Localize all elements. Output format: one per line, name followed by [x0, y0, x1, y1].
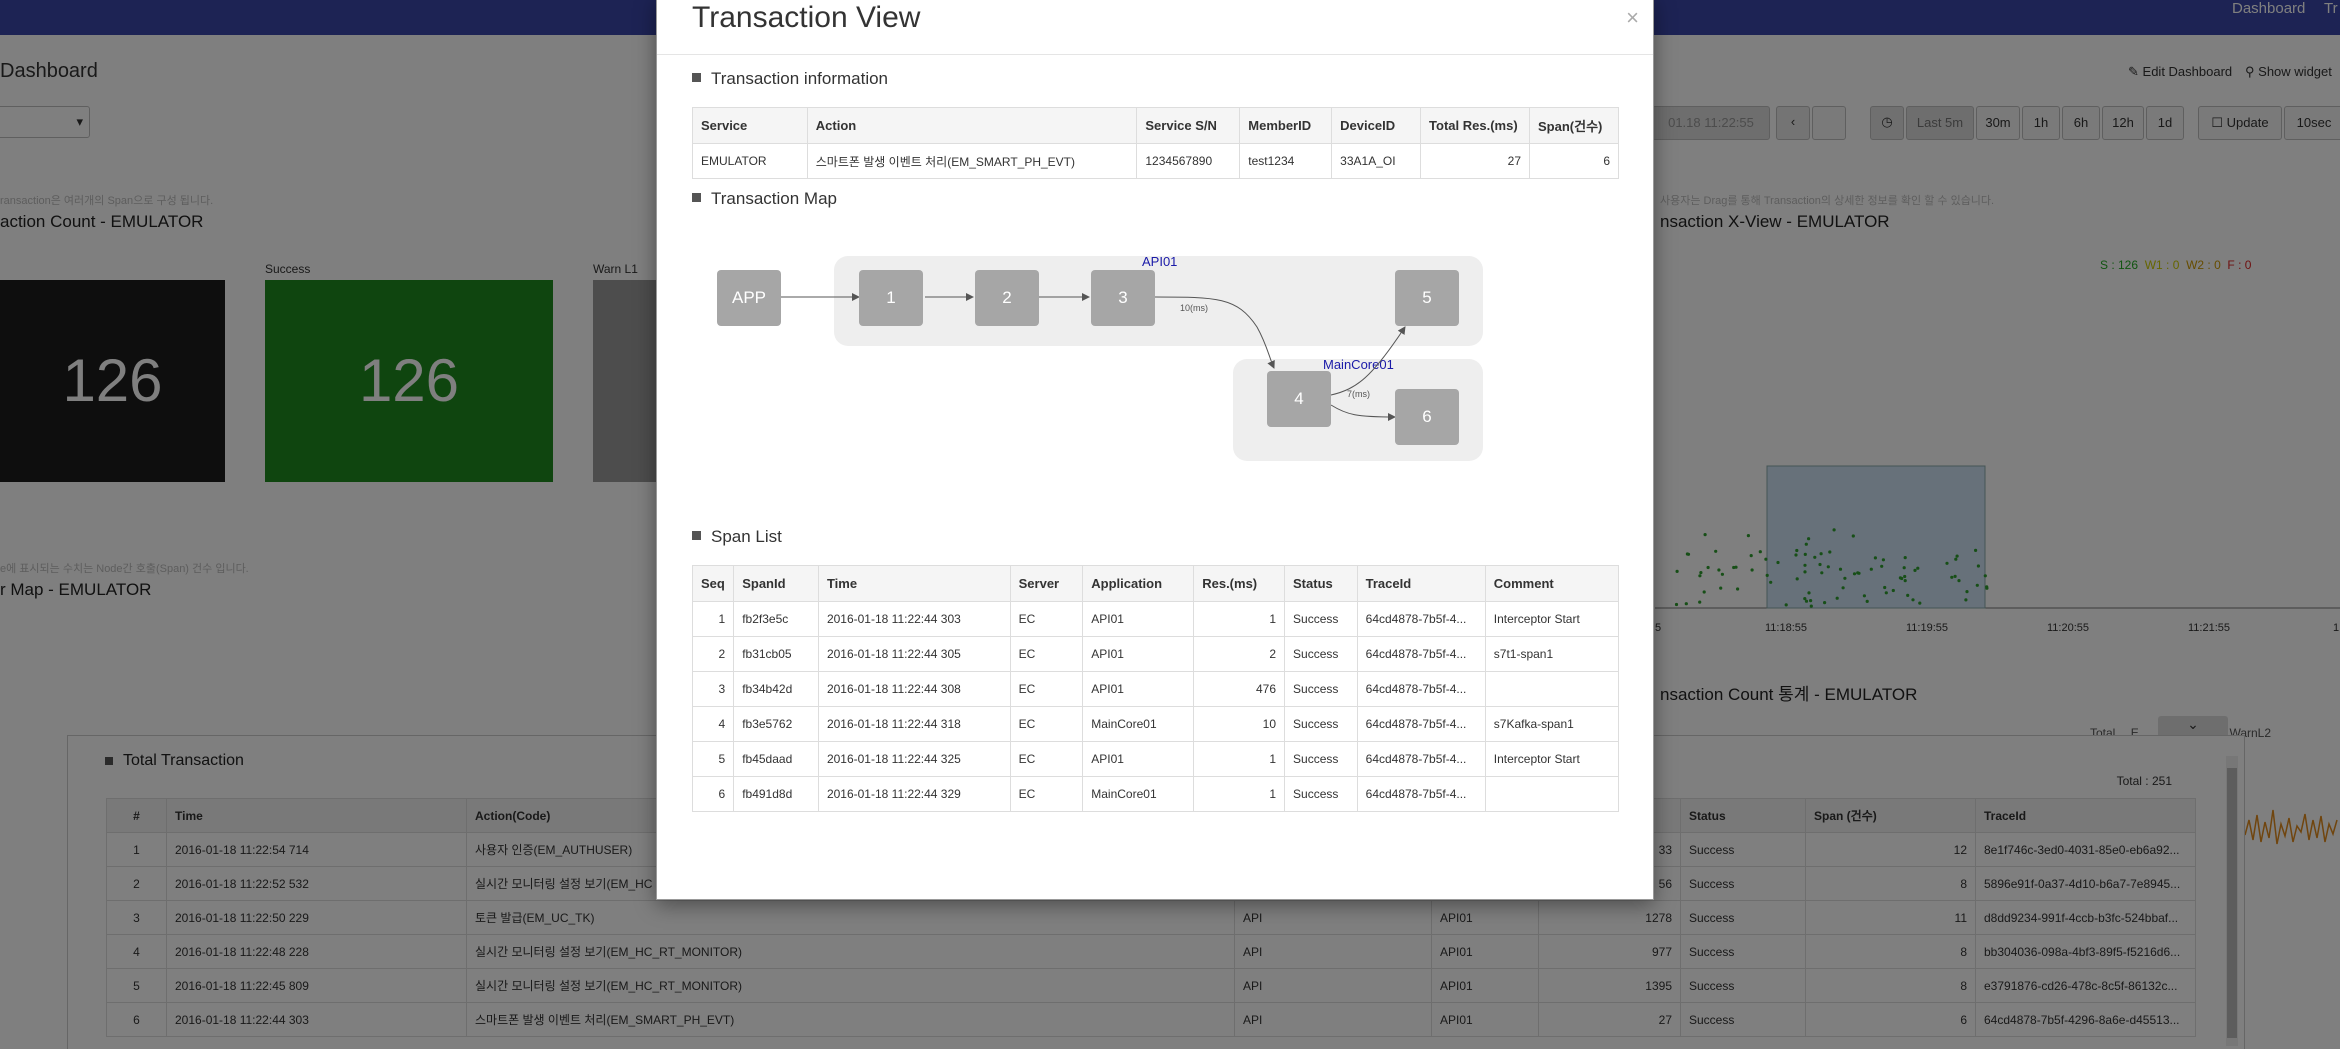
span-list-heading: Span List	[692, 527, 782, 547]
col-header-time[interactable]: Time	[817, 565, 1011, 602]
col-header-spanid[interactable]: SpanId	[733, 565, 819, 602]
transaction-map: API01 MainCore01 10(ms) 7(ms) APP 1 2 3 …	[717, 254, 1483, 461]
node-label: APP	[732, 288, 766, 307]
col-header-comment[interactable]: Comment	[1484, 565, 1620, 602]
node-label: 1	[886, 288, 895, 307]
table-row[interactable]: 4 fb3e5762 2016-01-18 11:22:44 318 EC MainCo…	[691, 706, 1620, 742]
edge-label: 10(ms)	[1180, 303, 1208, 313]
table-row[interactable]: 6 fb491d8d 2016-01-18 11:22:44 329 EC MainCo…	[691, 776, 1620, 812]
table-row[interactable]: 2 fb31cb05 2016-01-18 11:22:44 305 EC API01 2…	[691, 636, 1620, 672]
table-row[interactable]: 1 fb2f3e5c 2016-01-18 11:22:44 303 EC API01 1…	[691, 601, 1620, 637]
table-row[interactable]: 3 fb34b42d 2016-01-18 11:22:44 308 EC API01 4…	[691, 671, 1620, 707]
group-label-maincore01: MainCore01	[1323, 357, 1394, 372]
group-api01	[834, 256, 1483, 346]
col-header-traceid[interactable]: TraceId	[1356, 565, 1486, 602]
node-label: 6	[1422, 407, 1431, 426]
col-header-res[interactable]: Res.(ms)	[1193, 565, 1286, 602]
node-label: 2	[1002, 288, 1011, 307]
edge-label: 7(ms)	[1347, 389, 1370, 399]
col-header-server[interactable]: Server	[1009, 565, 1084, 602]
col-header-application[interactable]: Application	[1082, 565, 1195, 602]
section-bullet-icon	[692, 531, 701, 540]
transaction-view-modal: Transaction View × Transaction informati…	[656, 0, 1654, 900]
group-label-api01: API01	[1142, 254, 1177, 269]
node-label: 4	[1294, 389, 1303, 408]
node-label: 3	[1118, 288, 1127, 307]
col-header-seq[interactable]: Seq	[691, 565, 735, 602]
table-row[interactable]: 5 fb45daad 2016-01-18 11:22:44 325 EC API01 1…	[691, 741, 1620, 777]
node-label: 5	[1422, 288, 1431, 307]
col-header-status[interactable]: Status	[1284, 565, 1358, 602]
span-list-table: Seq SpanId Time Server Application Res.(…	[691, 565, 1620, 812]
